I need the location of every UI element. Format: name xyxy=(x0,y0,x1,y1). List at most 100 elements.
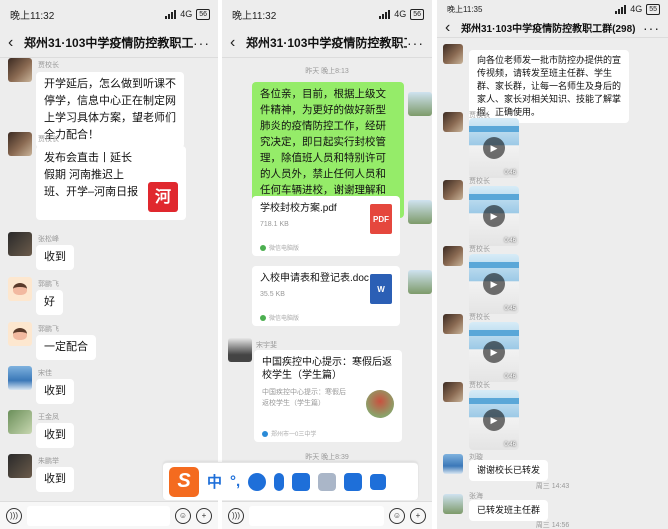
sender-name: 张松峰 xyxy=(38,236,59,243)
keyboard-icon[interactable] xyxy=(292,472,311,491)
play-icon[interactable]: ▶ xyxy=(483,137,505,159)
wechat-pc-icon xyxy=(260,314,266,321)
avatar[interactable] xyxy=(443,454,463,474)
message-bubble[interactable]: 收到 xyxy=(36,245,74,270)
sender-name: 郭鹏飞 xyxy=(38,326,59,333)
back-arrow-icon[interactable]: ‹ xyxy=(8,34,24,52)
play-icon[interactable]: ▶ xyxy=(483,341,505,363)
avatar[interactable] xyxy=(8,410,32,434)
sogou-logo-icon[interactable]: S xyxy=(169,466,199,497)
avatar[interactable] xyxy=(228,338,252,362)
sender-name: 王金凤 xyxy=(38,414,59,421)
play-icon[interactable]: ▶ xyxy=(483,409,505,431)
emoji-smile-icon[interactable] xyxy=(248,472,267,491)
signal-icon xyxy=(165,9,177,19)
avatar-self[interactable] xyxy=(408,270,432,294)
emoji-icon[interactable]: ☺ xyxy=(175,507,191,524)
avatar[interactable] xyxy=(8,366,32,390)
avatar[interactable] xyxy=(443,112,463,132)
avatar[interactable] xyxy=(8,58,32,82)
pdf-icon: PDF xyxy=(370,204,392,234)
plus-icon[interactable]: + xyxy=(410,507,426,524)
article-thumbnail xyxy=(366,390,394,418)
message-bubble[interactable]: 好 xyxy=(36,290,63,315)
plus-icon[interactable]: + xyxy=(196,507,212,524)
chat-panel-left: 晚上11:32 4G 56 ‹ 郑州31·103中学疫情防控教职工群(298) … xyxy=(0,0,218,529)
video-message[interactable]: ▶ 0:46 xyxy=(469,390,519,450)
battery-icon: 56 xyxy=(196,8,210,20)
message-input[interactable] xyxy=(27,505,170,526)
avatar[interactable] xyxy=(443,314,463,334)
message-bubble[interactable]: 收到 xyxy=(36,379,74,404)
article-title: 中国疾控中心提示：寒假后返校学生（学生篇） xyxy=(262,357,392,381)
video-duration: 0:46 xyxy=(504,238,516,244)
microphone-icon[interactable] xyxy=(274,472,285,491)
back-arrow-icon[interactable]: ‹ xyxy=(230,34,246,52)
article-desc: 中国疾控中心提示：寒假后返校学生（学生篇） xyxy=(262,389,346,407)
status-time: 晚上11:35 xyxy=(447,4,483,14)
sender-name: 贾校长 xyxy=(38,62,59,69)
network-label: 4G xyxy=(394,9,407,19)
play-icon[interactable]: ▶ xyxy=(483,273,505,295)
video-duration: 0:45 xyxy=(504,306,516,312)
timestamp: 昨天 晚上8:39 xyxy=(305,454,349,461)
ime-punctuation-toggle[interactable]: °, xyxy=(230,473,240,490)
video-duration: 0:46 xyxy=(504,170,516,176)
message-input[interactable] xyxy=(249,505,384,526)
avatar[interactable] xyxy=(443,382,463,402)
sticker-icon[interactable] xyxy=(318,472,337,491)
avatar[interactable] xyxy=(443,44,463,64)
avatar[interactable] xyxy=(8,232,32,256)
video-message[interactable]: ▶ 0:46 xyxy=(469,322,519,382)
video-message[interactable]: ▶ 0:46 xyxy=(469,186,519,246)
avatar-self[interactable] xyxy=(408,200,432,224)
file-card-pdf[interactable]: 学校封校方案.pdf 718.1 KB PDF 微信电脑版 xyxy=(252,196,400,256)
sender-name: 贾校长 xyxy=(469,314,490,321)
link-card[interactable]: 发布会直击丨延长假期 河南推迟上班、开学–河南日报 河 xyxy=(36,146,186,220)
voice-icon[interactable]: ))) xyxy=(228,507,244,524)
sender-name: 宋佳 xyxy=(38,370,52,377)
chat-panel-right: 晚上11:35 4G 55 ‹ 郑州31·103中学疫情防控教职工群(298) … xyxy=(437,0,668,529)
video-message[interactable]: ▶ 0:46 xyxy=(469,118,519,178)
more-icon[interactable]: ··· xyxy=(407,35,424,51)
avatar[interactable] xyxy=(443,246,463,266)
sender-name: 贾校长 xyxy=(469,178,490,185)
chat-header: ‹ 郑州31·103中学疫情防控教职工群(298) ··· xyxy=(0,28,218,58)
chat-header: ‹ 郑州31·103中学疫情防控教职工群(298) ··· xyxy=(222,28,432,58)
chat-panel-middle: 晚上11:32 4G 56 ‹ 郑州31·103中学疫情防控教职工群(298) … xyxy=(222,0,432,529)
file-card-doc[interactable]: 入校申请表和登记表.doc 35.5 KB W 微信电脑版 xyxy=(252,266,400,326)
avatar[interactable] xyxy=(8,132,32,156)
more-icon[interactable]: ··· xyxy=(643,20,660,36)
message-bubble[interactable]: 向各位老师发一批市防控办提供的宣传视频，请转发至班主任群、学生群、家长群，让每一… xyxy=(469,50,629,123)
video-message[interactable]: ▶ 0:45 xyxy=(469,254,519,314)
avatar[interactable] xyxy=(443,494,463,514)
timestamp: 周三 14:56 xyxy=(535,522,570,529)
voice-icon[interactable]: ))) xyxy=(6,507,22,524)
article-card[interactable]: 中国疾控中心提示：寒假后返校学生（学生篇） 中国疾控中心提示：寒假后返校学生（学… xyxy=(254,350,402,442)
video-duration: 0:46 xyxy=(504,442,516,448)
signal-icon xyxy=(615,4,627,14)
message-bubble[interactable]: 收到 xyxy=(36,423,74,448)
message-bubble[interactable]: 收到 xyxy=(36,467,74,492)
play-icon[interactable]: ▶ xyxy=(483,205,505,227)
message-bubble[interactable]: 谢谢校长已转发 xyxy=(469,460,549,481)
skin-shirt-icon[interactable] xyxy=(344,472,363,491)
more-icon[interactable]: ··· xyxy=(193,35,210,51)
timestamp: 周三 14:43 xyxy=(535,483,570,490)
avatar[interactable] xyxy=(8,277,32,301)
ime-language-toggle[interactable]: 中 xyxy=(207,471,222,492)
emoji-icon[interactable]: ☺ xyxy=(389,507,405,524)
message-bubble[interactable]: 一定配合 xyxy=(36,335,96,360)
avatar[interactable] xyxy=(8,322,32,346)
wechat-pc-icon xyxy=(260,244,266,251)
battery-icon: 56 xyxy=(410,8,424,20)
message-bubble[interactable]: 已转发班主任群 xyxy=(469,500,549,521)
back-arrow-icon[interactable]: ‹ xyxy=(445,19,461,37)
status-time: 晚上11:32 xyxy=(232,10,277,22)
avatar-self[interactable] xyxy=(408,92,432,116)
avatar[interactable] xyxy=(8,454,32,478)
network-label: 4G xyxy=(180,9,193,19)
grid-menu-icon[interactable] xyxy=(370,473,387,490)
ime-toolbar: S 中 °, xyxy=(163,462,418,500)
avatar[interactable] xyxy=(443,180,463,200)
